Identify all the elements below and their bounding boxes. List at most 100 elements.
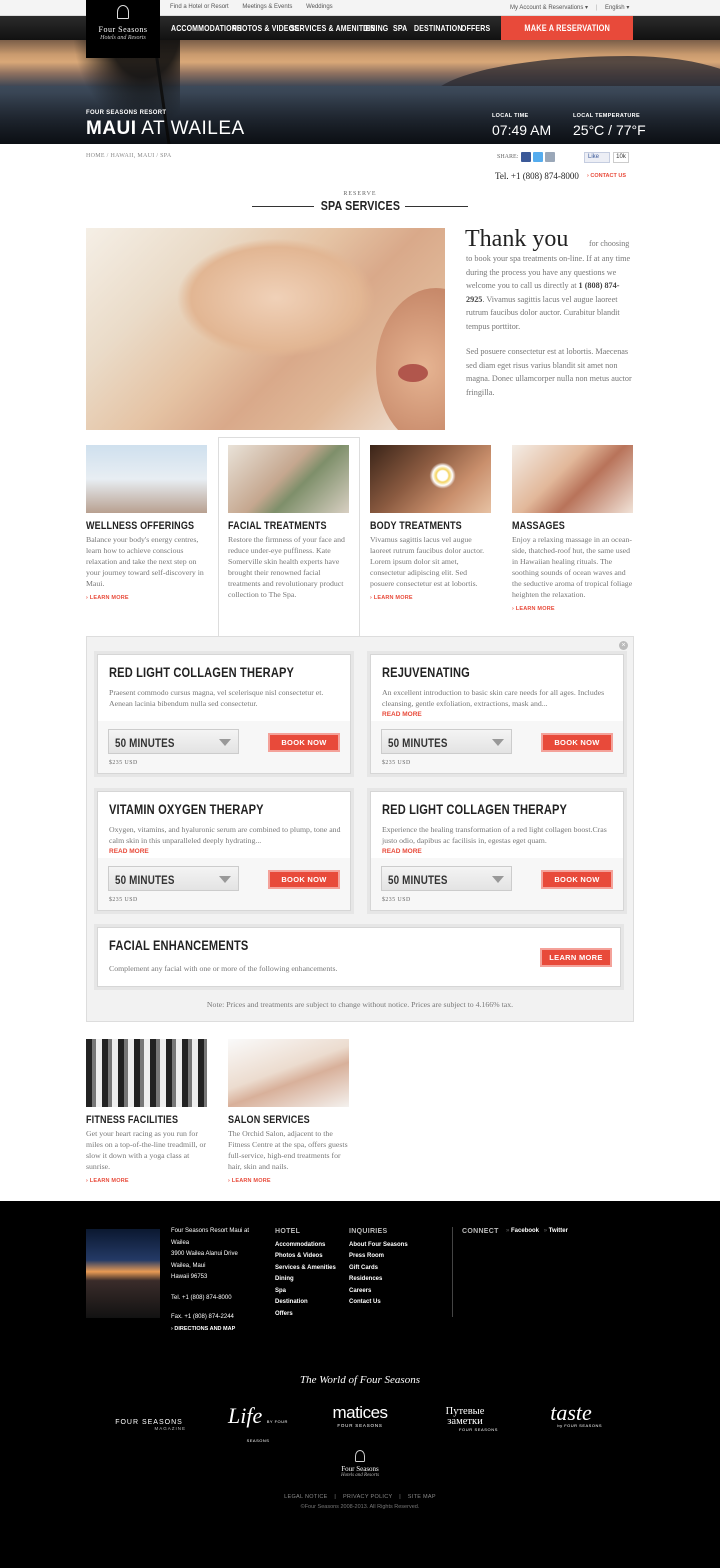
weddings-link[interactable]: Weddings — [306, 4, 333, 10]
footer-link[interactable]: Gift Cards — [349, 1263, 408, 1275]
footer-link[interactable]: Services & Amenities — [275, 1263, 336, 1275]
category-wellness[interactable]: WELLNESS OFFERINGS Balance your body's e… — [86, 445, 209, 601]
find-hotel-link[interactable]: Find a Hotel or Resort — [170, 4, 229, 10]
twitter-icon[interactable] — [533, 152, 543, 162]
chevron-down-icon[interactable]: ▾ — [626, 5, 629, 11]
intro-paragraph-2: Sed posuere consectetur est at lobortis.… — [466, 347, 632, 397]
legal-notice-link[interactable]: LEGAL NOTICE — [284, 1494, 327, 1500]
privacy-policy-link[interactable]: PRIVACY POLICY — [343, 1494, 392, 1500]
share-label: SHARE: — [497, 154, 519, 160]
local-temp-label: LOCAL TEMPERATURE — [573, 113, 640, 119]
facial-enhancements-card: FACIAL ENHANCEMENTS Complement any facia… — [97, 927, 621, 987]
nav-offers[interactable]: OFFERS — [461, 23, 490, 33]
phone-number: Tel. +1 (808) 874-8000 — [495, 171, 579, 181]
local-time-label: LOCAL TIME — [492, 113, 529, 119]
book-now-button[interactable]: BOOK NOW — [541, 870, 613, 889]
facebook-icon[interactable] — [521, 152, 531, 162]
facebook-like-button[interactable]: Like — [584, 152, 610, 163]
treatment-card: REJUVENATING An excellent introduction t… — [370, 654, 624, 774]
footer-link[interactable]: About Four Seasons — [349, 1240, 408, 1252]
world-heading: The World of Four Seasons — [300, 1374, 420, 1386]
treatment-card: RED LIGHT COLLAGEN THERAPY Experience th… — [370, 791, 624, 911]
nav-dining[interactable]: DINING — [363, 23, 388, 33]
contact-us-link[interactable]: › CONTACT US — [587, 173, 626, 179]
local-time-value: 07:49 AM — [492, 122, 552, 138]
nav-photos-videos[interactable]: PHOTOS & VIDEOS — [232, 23, 299, 33]
footer-link[interactable]: Contact Us — [349, 1297, 408, 1309]
breadcrumb-spa: SPA — [160, 153, 172, 159]
directions-link[interactable]: › DIRECTIONS AND MAP — [171, 1324, 257, 1336]
intro-heading: Thank you — [465, 226, 569, 252]
book-now-button[interactable]: BOOK NOW — [268, 733, 340, 752]
book-now-button[interactable]: BOOK NOW — [541, 733, 613, 752]
nav-destination[interactable]: DESTINATION — [414, 23, 463, 33]
footer-link[interactable]: Careers — [349, 1286, 408, 1298]
category-massages[interactable]: MASSAGES Enjoy a relaxing massage in an … — [512, 445, 635, 612]
make-reservation-button[interactable]: MAKE A RESERVATION — [501, 16, 633, 40]
meetings-link[interactable]: Meetings & Events — [242, 4, 292, 10]
read-more-link[interactable]: READ MORE — [109, 848, 149, 855]
resort-thumbnail — [86, 1229, 160, 1318]
facial-image — [228, 445, 349, 513]
duration-select[interactable]: 50 MINUTES — [381, 866, 512, 891]
footer-link[interactable]: Accommodations — [275, 1240, 336, 1252]
footer-link[interactable]: Photos & Videos — [275, 1251, 336, 1263]
footer-inquiries-links: INQUIRIES About Four Seasons Press Room … — [349, 1226, 408, 1309]
chevron-down-icon — [219, 876, 231, 883]
facebook-link[interactable]: Facebook — [511, 1228, 539, 1234]
local-temp-value: 25°C / 77°F — [573, 122, 646, 138]
breadcrumb-home[interactable]: HOME — [86, 153, 105, 159]
footer-address: Four Seasons Resort Maui at Wailea 3900 … — [171, 1226, 257, 1335]
learn-more-link[interactable]: › LEARN MORE — [86, 595, 209, 601]
breadcrumb-hawaii[interactable]: HAWAII, MAUI — [110, 153, 154, 159]
duration-select[interactable]: 50 MINUTES — [108, 729, 239, 754]
body-image — [370, 445, 491, 513]
chevron-down-icon[interactable]: ▾ — [585, 5, 588, 11]
learn-more-link[interactable]: › LEARN MORE — [228, 1178, 351, 1184]
learn-more-link[interactable]: › LEARN MORE — [512, 606, 635, 612]
site-map-link[interactable]: SITE MAP — [408, 1494, 436, 1500]
learn-more-button[interactable]: LEARN MORE — [540, 948, 612, 967]
intro-paragraph: to book your spa treatments on-line. If … — [466, 254, 631, 331]
magazine-logo[interactable]: FOUR SEASONS MAGAZINE — [112, 1419, 186, 1431]
wellness-image — [86, 445, 207, 513]
twitter-link[interactable]: Twitter — [549, 1228, 568, 1234]
footer-link[interactable]: Dining — [275, 1274, 336, 1286]
category-body[interactable]: BODY TREATMENTS Vivamus sagittis lacus v… — [370, 445, 493, 601]
tile-salon[interactable]: SALON SERVICES The Orchid Salon, adjacen… — [228, 1039, 351, 1184]
resort-kicker: FOUR SEASONS RESORT — [86, 110, 167, 116]
footer-four-seasons-logo[interactable]: Four Seasons Hotels and Resorts — [325, 1450, 395, 1478]
nav-spa[interactable]: SPA — [393, 23, 407, 33]
category-facial[interactable]: FACIAL TREATMENTS Restore the firmness o… — [228, 445, 351, 600]
footer-link[interactable]: Residences — [349, 1274, 408, 1286]
email-icon[interactable] — [545, 152, 555, 162]
tile-fitness[interactable]: FITNESS FACILITIES Get your heart racing… — [86, 1039, 209, 1184]
footer-link[interactable]: Destination — [275, 1297, 336, 1309]
read-more-link[interactable]: READ MORE — [382, 848, 422, 855]
price: $235 USD — [109, 897, 138, 903]
language-select[interactable]: English — [605, 5, 625, 11]
fitness-image — [86, 1039, 207, 1107]
treatment-card: VITAMIN OXYGEN THERAPY Oxygen, vitamins,… — [97, 791, 351, 911]
footer-link[interactable]: Press Room — [349, 1251, 408, 1263]
life-logo[interactable]: Life BY FOUR SEASONS — [218, 1403, 298, 1447]
matices-logo[interactable]: matices FOUR SEASONS — [324, 1403, 396, 1428]
account-link[interactable]: My Account & Reservations — [510, 5, 583, 11]
price-note: Note: Prices and treatments are subject … — [206, 1000, 514, 1009]
taste-logo[interactable]: taste by FOUR SEASONS — [540, 1400, 602, 1428]
duration-select[interactable]: 50 MINUTES — [381, 729, 512, 754]
footer-link[interactable]: Spa — [275, 1286, 336, 1298]
four-seasons-logo[interactable]: Four Seasons Hotels and Resorts — [86, 0, 160, 58]
learn-more-link[interactable]: › LEARN MORE — [370, 595, 493, 601]
tree-icon — [355, 1450, 365, 1462]
duration-select[interactable]: 50 MINUTES — [108, 866, 239, 891]
copyright: ©Four Seasons 2008-2013. All Rights Rese… — [300, 1504, 420, 1510]
resort-name: MAUI AT WAILEA — [86, 118, 245, 139]
price: $235 USD — [382, 760, 411, 766]
putevye-zametki-logo[interactable]: Путевые заметки FOUR SEASONS — [432, 1406, 498, 1432]
close-icon[interactable]: × — [619, 641, 628, 650]
learn-more-link[interactable]: › LEARN MORE — [86, 1178, 209, 1184]
read-more-link[interactable]: READ MORE — [382, 711, 422, 718]
book-now-button[interactable]: BOOK NOW — [268, 870, 340, 889]
footer-link[interactable]: Offers — [275, 1309, 336, 1321]
